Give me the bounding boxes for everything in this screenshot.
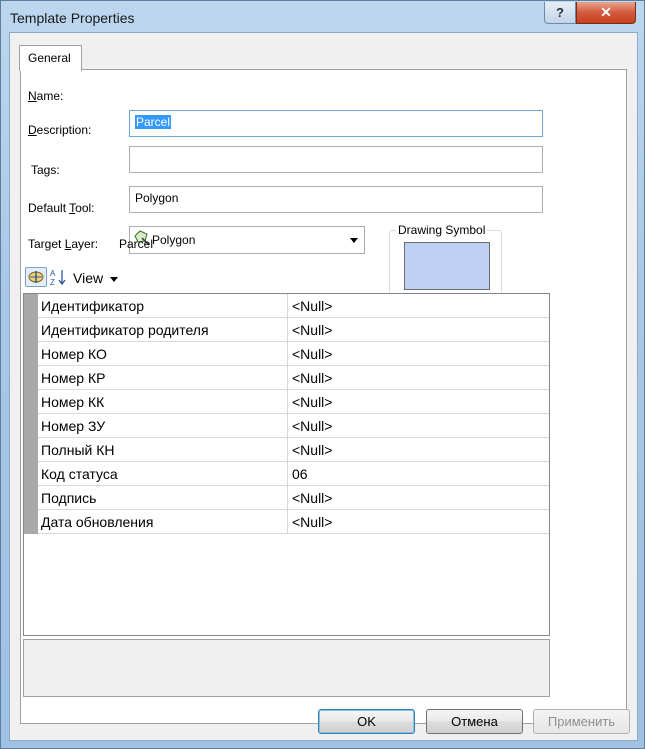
attribute-value[interactable]: <Null>: [292, 442, 332, 458]
categorized-icon: [28, 271, 44, 283]
column-divider: [287, 366, 288, 390]
table-row[interactable]: Идентификатор <Null>: [24, 294, 549, 318]
drawing-symbol-title: Drawing Symbol: [396, 223, 488, 237]
svg-text:Z: Z: [50, 278, 55, 287]
attribute-name: Подпись: [41, 490, 97, 506]
column-divider: [287, 438, 288, 462]
table-row[interactable]: Дата обновления <Null>: [24, 510, 549, 534]
attribute-value[interactable]: <Null>: [292, 394, 332, 410]
name-field-value: Parcel: [135, 115, 172, 129]
row-gutter: [24, 390, 38, 414]
tab-general-label: General: [28, 51, 71, 65]
attribute-value[interactable]: 06: [292, 466, 308, 482]
view-menu-button[interactable]: View: [73, 270, 103, 286]
attribute-value[interactable]: <Null>: [292, 418, 332, 434]
svg-text:A: A: [50, 269, 56, 278]
description-label: Description:: [28, 123, 92, 137]
general-tab-panel: Name: Parcel Description: Tags: Polygon …: [20, 69, 627, 724]
attribute-value[interactable]: <Null>: [292, 514, 332, 530]
row-gutter: [24, 294, 38, 318]
row-gutter: [24, 438, 38, 462]
table-row[interactable]: Номер ЗУ <Null>: [24, 414, 549, 438]
attributes-grid: Идентификатор <Null> Идентификатор родител…: [23, 293, 550, 636]
row-gutter: [24, 342, 38, 366]
attribute-name: Номер КР: [41, 370, 106, 386]
column-divider: [287, 462, 288, 486]
attribute-name: Номер КК: [41, 394, 105, 410]
attribute-description-panel: [23, 639, 550, 697]
drawing-symbol-swatch[interactable]: [404, 242, 490, 290]
default-tool-select[interactable]: Polygon: [129, 226, 365, 254]
apply-button[interactable]: Применить: [533, 709, 630, 734]
column-divider: [287, 294, 288, 318]
column-divider: [287, 390, 288, 414]
tab-general[interactable]: General: [19, 45, 82, 71]
attribute-name: Идентификатор: [41, 298, 145, 314]
attribute-name: Номер ЗУ: [41, 418, 106, 434]
sort-az-button[interactable]: A Z: [49, 267, 71, 287]
attribute-value[interactable]: <Null>: [292, 490, 332, 506]
name-label-rest: ame:: [36, 89, 64, 103]
sort-az-icon: A Z: [50, 269, 66, 287]
help-icon: ?: [556, 5, 564, 20]
tags-label: Tags:: [31, 163, 60, 177]
tags-field-value: Polygon: [135, 191, 179, 205]
tags-label-text: Tags:: [31, 163, 60, 177]
dialog-client-area: General Name: Parcel Description: Tags: …: [9, 32, 638, 741]
window-title: Template Properties: [10, 10, 135, 26]
table-row[interactable]: Номер КК <Null>: [24, 390, 549, 414]
column-divider: [287, 414, 288, 438]
chevron-down-icon[interactable]: [350, 238, 358, 243]
row-gutter: [24, 510, 38, 534]
cancel-button[interactable]: Отмена: [426, 709, 523, 734]
row-gutter: [24, 486, 38, 510]
attribute-name: Идентификатор родителя: [41, 322, 209, 338]
table-row[interactable]: Код статуса 06: [24, 462, 549, 486]
row-gutter: [24, 318, 38, 342]
attribute-name: Полный КН: [41, 442, 115, 458]
column-divider: [287, 510, 288, 534]
row-gutter: [24, 462, 38, 486]
table-row[interactable]: Идентификатор родителя <Null>: [24, 318, 549, 342]
table-row[interactable]: Полный КН <Null>: [24, 438, 549, 462]
column-divider: [287, 342, 288, 366]
attribute-name: Код статуса: [41, 466, 118, 482]
row-gutter: [24, 366, 38, 390]
close-button[interactable]: ✕: [576, 2, 636, 24]
attribute-name: Дата обновления: [41, 514, 154, 530]
description-field[interactable]: [129, 146, 543, 173]
target-layer-label: Target Layer:: [28, 237, 99, 251]
table-row[interactable]: Подпись <Null>: [24, 486, 549, 510]
default-tool-value: Polygon: [152, 233, 196, 247]
attribute-value[interactable]: <Null>: [292, 322, 332, 338]
column-divider: [287, 486, 288, 510]
view-chevron-down-icon[interactable]: [110, 277, 118, 282]
help-button[interactable]: ?: [544, 2, 576, 24]
target-layer-value: Parcel: [119, 237, 154, 251]
close-icon: ✕: [600, 4, 612, 20]
default-tool-label: Default Tool:: [28, 201, 95, 215]
dialog-window: Template Properties ? ✕ General Name: Pa…: [0, 0, 645, 749]
categorized-view-button[interactable]: [25, 267, 47, 287]
attribute-value[interactable]: <Null>: [292, 370, 332, 386]
ok-button[interactable]: OK: [318, 709, 415, 734]
table-row[interactable]: Номер КР <Null>: [24, 366, 549, 390]
column-divider: [287, 318, 288, 342]
row-gutter: [24, 414, 38, 438]
attribute-value[interactable]: <Null>: [292, 298, 332, 314]
tags-field[interactable]: Polygon: [129, 186, 543, 213]
name-field[interactable]: Parcel: [129, 110, 543, 137]
attribute-name: Номер КО: [41, 346, 107, 362]
table-row[interactable]: Номер КО <Null>: [24, 342, 549, 366]
attribute-value[interactable]: <Null>: [292, 346, 332, 362]
name-label: Name:: [28, 89, 64, 103]
